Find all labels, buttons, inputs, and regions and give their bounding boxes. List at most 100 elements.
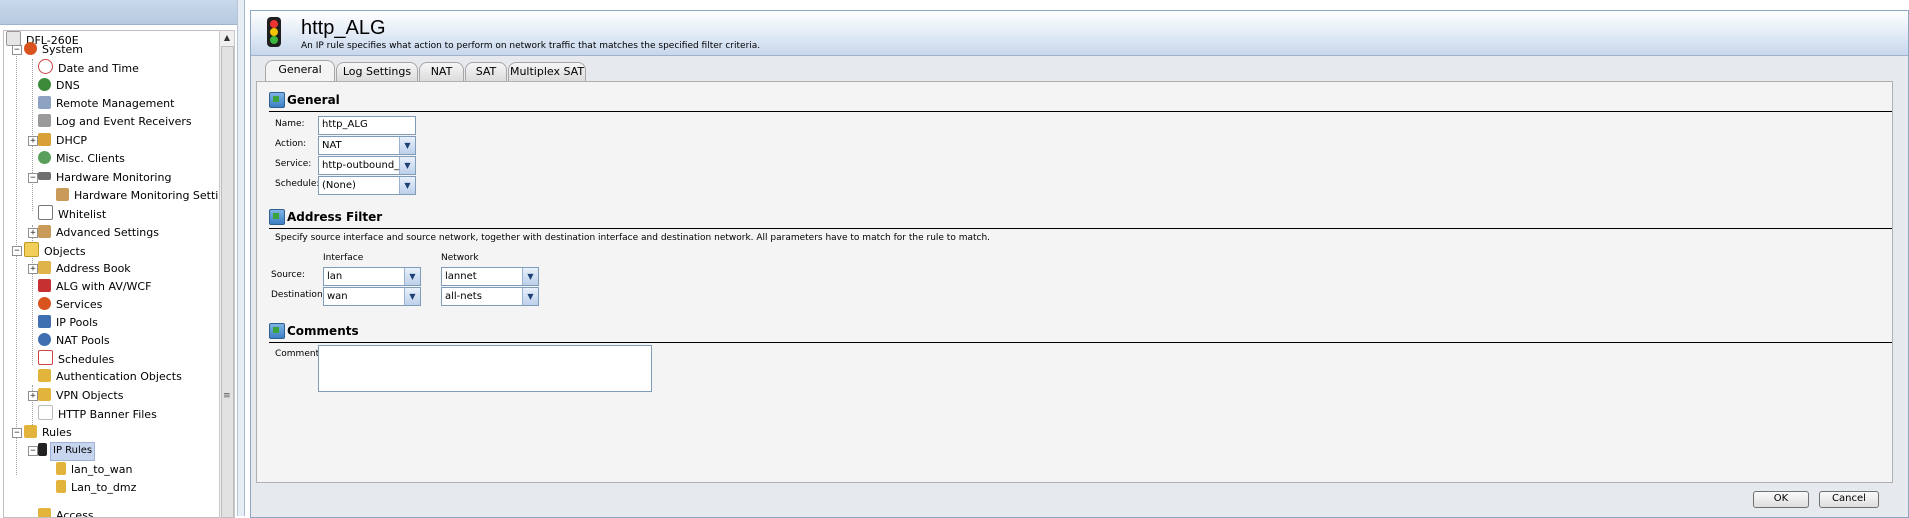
schedule-icon xyxy=(38,350,53,365)
tree-item-ip-rules[interactable]: IP Rules xyxy=(38,442,96,461)
destination-interface-value: wan xyxy=(327,291,348,302)
dns-icon xyxy=(38,78,51,91)
destination-interface-select[interactable]: wan ▼ xyxy=(323,287,421,306)
tree-item-label: Whitelist xyxy=(58,208,107,221)
tree-item-label: Date and Time xyxy=(58,62,139,75)
chevron-down-icon[interactable]: ▼ xyxy=(399,137,415,154)
tree-item-hardware-monitoring-setting[interactable]: Hardware Monitoring Setting xyxy=(56,187,221,205)
tree-item-remote-management[interactable]: Remote Management xyxy=(38,95,176,113)
navigation-pane: DFL-260E − System Date and Time DNS Remo… xyxy=(0,0,238,518)
source-network-value: lannet xyxy=(445,271,477,282)
chevron-down-icon[interactable]: ▼ xyxy=(522,268,538,285)
tree-item-dhcp[interactable]: DHCP xyxy=(38,132,89,150)
collapse-icon[interactable]: − xyxy=(12,428,22,438)
alg-icon xyxy=(38,279,51,292)
tree-item-lan-to-wan[interactable]: lan_to_wan xyxy=(56,461,135,479)
chevron-down-icon[interactable]: ▼ xyxy=(399,177,415,194)
tree-item-dns[interactable]: DNS xyxy=(38,77,82,95)
tree-item-label: Rules xyxy=(42,426,72,439)
traffic-light-icon xyxy=(38,443,47,456)
tree-item-http-banner-files[interactable]: HTTP Banner Files xyxy=(38,405,159,423)
section-title-general: General xyxy=(287,93,340,107)
source-network-select[interactable]: lannet ▼ xyxy=(441,267,539,286)
tab-sat[interactable]: SAT xyxy=(465,62,507,82)
access-icon xyxy=(38,508,51,517)
tree-item-label: NAT Pools xyxy=(56,334,110,347)
tree-line xyxy=(32,59,33,211)
expand-icon[interactable]: + xyxy=(28,264,38,274)
tree-item-vpn-objects[interactable]: VPN Objects xyxy=(38,387,125,405)
collapse-icon[interactable]: − xyxy=(12,246,22,256)
service-select[interactable]: http-outbound_with_ ▼ xyxy=(318,156,416,175)
scrollbar-thumb[interactable] xyxy=(221,46,234,518)
collapse-icon[interactable]: − xyxy=(28,446,38,456)
tree-item-rules[interactable]: Rules xyxy=(24,424,74,442)
tree-item-label: Misc. Clients xyxy=(56,152,125,165)
chevron-down-icon[interactable]: ▼ xyxy=(404,288,420,305)
tree-item-address-book[interactable]: Address Book xyxy=(38,260,133,278)
tree-item-label: Remote Management xyxy=(56,97,175,110)
tree-item-hardware-monitoring[interactable]: Hardware Monitoring xyxy=(38,169,173,187)
tree-item-authentication-objects[interactable]: Authentication Objects xyxy=(38,368,184,386)
tree-item-services[interactable]: Services xyxy=(38,296,104,314)
expand-icon[interactable]: + xyxy=(28,136,38,146)
tree-item-nat-pools[interactable]: NAT Pools xyxy=(38,332,112,350)
tab-nat[interactable]: NAT xyxy=(419,62,464,82)
whitelist-icon xyxy=(38,205,53,220)
tree-item-label: Hardware Monitoring Setting xyxy=(74,189,221,202)
action-select[interactable]: NAT ▼ xyxy=(318,136,416,155)
tree-item-label: HTTP Banner Files xyxy=(58,408,157,421)
folder-icon xyxy=(24,242,39,257)
tree-item-system[interactable]: System xyxy=(24,41,85,59)
remote-management-icon xyxy=(38,96,51,109)
collapse-icon[interactable]: − xyxy=(12,45,22,55)
tree-item-advanced-settings[interactable]: Advanced Settings xyxy=(38,224,161,242)
destination-label: Destination: xyxy=(271,290,326,300)
tree-item-log-and-event-receivers[interactable]: Log and Event Receivers xyxy=(38,113,194,131)
action-label: Action: xyxy=(275,139,307,149)
chevron-down-icon[interactable]: ▼ xyxy=(404,268,420,285)
tab-multiplex-sat[interactable]: Multiplex SAT xyxy=(508,62,586,82)
tree-item-alg-with-av-wcf[interactable]: ALG with AV/WCF xyxy=(38,278,153,296)
collapse-icon[interactable]: − xyxy=(28,173,38,183)
address-filter-description: Specify source interface and source netw… xyxy=(275,233,991,243)
tree-item-label: Log and Event Receivers xyxy=(56,115,192,128)
tree-line xyxy=(16,49,17,475)
tab-log-settings[interactable]: Log Settings xyxy=(336,62,418,82)
tree-item-ip-pools[interactable]: IP Pools xyxy=(38,314,100,332)
scroll-up-icon[interactable]: ▲ xyxy=(220,31,234,45)
comments-textarea[interactable] xyxy=(318,345,652,392)
expand-icon[interactable]: + xyxy=(28,228,38,238)
source-interface-select[interactable]: lan ▼ xyxy=(323,267,421,286)
destination-network-value: all-nets xyxy=(445,291,482,302)
tree-item-access[interactable]: Access xyxy=(38,507,96,517)
schedule-label: Schedule: xyxy=(275,179,320,189)
tree-item-date-and-time[interactable]: Date and Time xyxy=(38,59,141,77)
tree-item-objects[interactable]: Objects xyxy=(24,242,88,260)
schedule-select[interactable]: (None) ▼ xyxy=(318,176,416,195)
ok-button[interactable]: OK xyxy=(1753,491,1809,508)
chevron-down-icon[interactable]: ▼ xyxy=(522,288,538,305)
pane-splitter[interactable] xyxy=(238,0,245,516)
tree-scrollbar[interactable]: ▲ ≡ xyxy=(219,30,235,518)
tree-item-misc-clients[interactable]: Misc. Clients xyxy=(38,150,127,168)
tree-item-whitelist[interactable]: Whitelist xyxy=(38,205,108,223)
device-icon xyxy=(6,31,21,46)
tab-general[interactable]: General xyxy=(265,60,335,83)
tree-item-label: IP Rules xyxy=(50,442,96,461)
source-interface-value: lan xyxy=(327,271,343,282)
chevron-down-icon[interactable]: ▼ xyxy=(399,157,415,174)
page-header: http_ALG An IP rule specifies what actio… xyxy=(251,11,1908,56)
section-divider xyxy=(269,111,1892,112)
tree-item-label: System xyxy=(42,43,84,56)
expand-icon[interactable]: + xyxy=(28,391,38,401)
section-divider xyxy=(269,228,1892,229)
name-input[interactable]: http_ALG xyxy=(318,116,416,135)
destination-network-select[interactable]: all-nets ▼ xyxy=(441,287,539,306)
section-divider xyxy=(269,342,1892,343)
tree-item-lan-to-dmz[interactable]: Lan_to_dmz xyxy=(56,479,138,497)
vpn-icon xyxy=(38,388,51,401)
tree-item-schedules[interactable]: Schedules xyxy=(38,350,116,368)
page-title: http_ALG xyxy=(301,17,386,39)
cancel-button[interactable]: Cancel xyxy=(1819,491,1879,508)
